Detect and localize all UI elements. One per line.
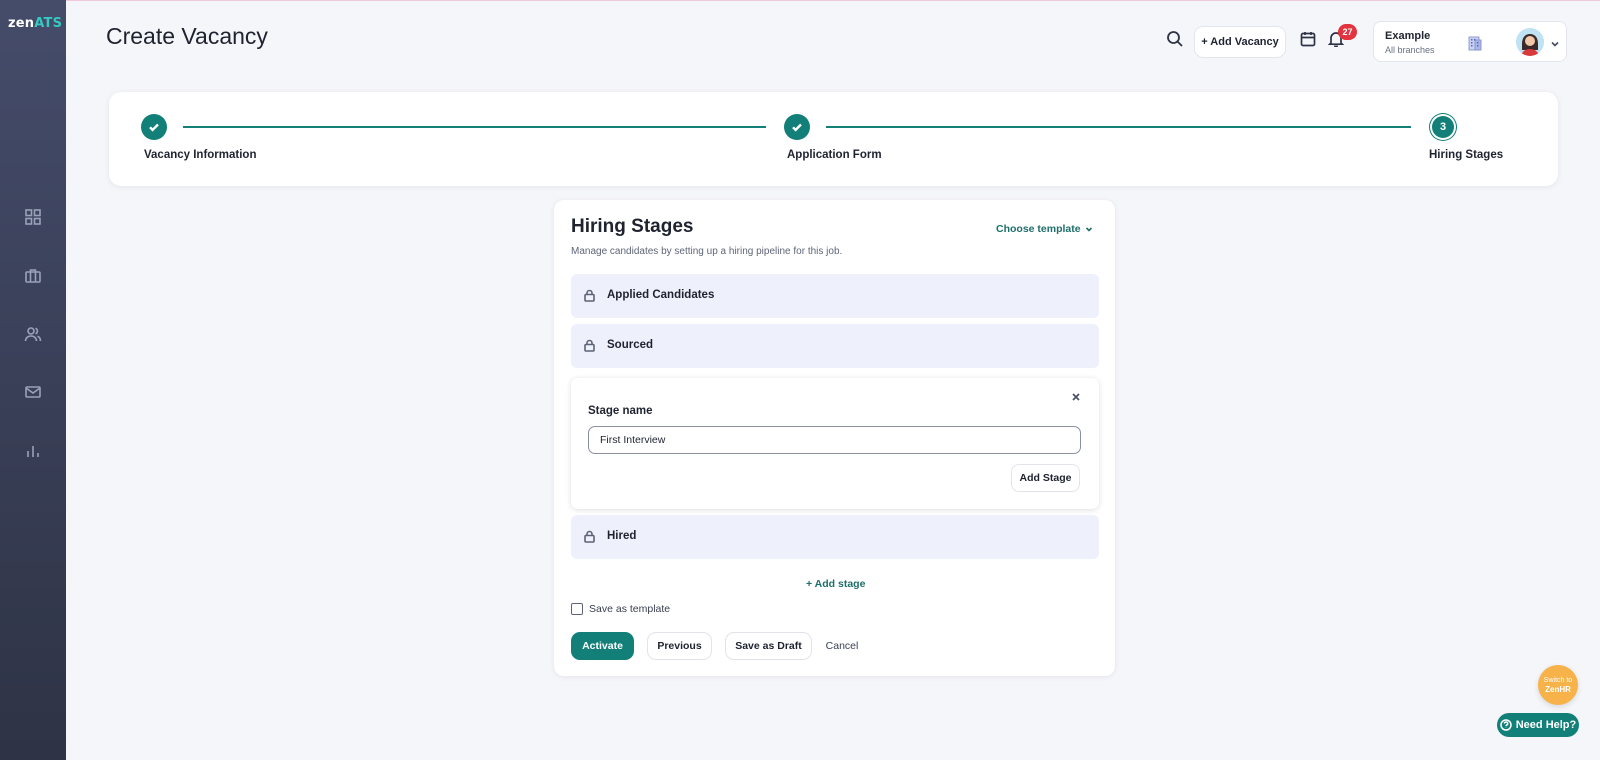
- stage-label: Hired: [607, 530, 637, 542]
- sidebar-item-dashboard[interactable]: [22, 206, 44, 228]
- step-label-vacancy-information[interactable]: Vacancy Information: [144, 149, 256, 161]
- chevron-down-icon: [1550, 36, 1560, 47]
- step-1-complete-indicator: [141, 114, 167, 140]
- step-2-complete-indicator: [784, 114, 810, 140]
- notifications-badge: 27: [1338, 24, 1357, 40]
- cancel-button[interactable]: Cancel: [820, 632, 864, 660]
- new-stage-editor: Stage name Add Stage: [571, 378, 1099, 509]
- step-label-hiring-stages[interactable]: Hiring Stages: [1429, 149, 1503, 161]
- save-as-template-toggle[interactable]: Save as template: [571, 603, 670, 615]
- stage-row-sourced[interactable]: Sourced: [571, 324, 1099, 368]
- mail-icon: [25, 386, 41, 398]
- add-stage-link[interactable]: + Add stage: [806, 578, 865, 590]
- sidebar-item-messages[interactable]: [22, 381, 44, 403]
- previous-button[interactable]: Previous: [647, 632, 712, 660]
- user-avatar[interactable]: [1516, 28, 1544, 56]
- step-connector: [826, 126, 1411, 128]
- close-editor-button[interactable]: [1071, 389, 1083, 401]
- close-icon: [1072, 393, 1080, 401]
- check-icon: [792, 123, 802, 132]
- users-icon: [24, 327, 42, 342]
- briefcase-icon: [25, 269, 41, 283]
- vacancy-stepper: Vacancy Information Application Form 3 H…: [109, 92, 1558, 186]
- choose-template-label: Choose template: [996, 223, 1081, 235]
- save-as-template-checkbox[interactable]: [571, 603, 583, 615]
- stage-row-applied-candidates[interactable]: Applied Candidates: [571, 274, 1099, 318]
- sidebar-item-reports[interactable]: [22, 440, 44, 462]
- stage-name-label: Stage name: [588, 405, 653, 417]
- switch-line-2: ZenHR: [1545, 684, 1571, 694]
- save-as-template-label: Save as template: [589, 603, 671, 615]
- sidebar-item-candidates[interactable]: [22, 323, 44, 345]
- hiring-stages-card: Hiring Stages Manage candidates by setti…: [554, 200, 1115, 676]
- save-as-draft-button[interactable]: Save as Draft: [725, 632, 812, 660]
- search-icon: [1167, 31, 1183, 47]
- need-help-label: Need Help?: [1515, 719, 1577, 731]
- app-logo[interactable]: zenATS: [8, 16, 62, 31]
- lock-icon: [583, 339, 597, 353]
- need-help-button[interactable]: Need Help?: [1497, 713, 1579, 737]
- stage-label: Applied Candidates: [607, 289, 715, 301]
- card-subtitle: Manage candidates by setting up a hiring…: [571, 246, 843, 257]
- stage-name-input[interactable]: [588, 426, 1081, 454]
- dashboard-icon: [25, 209, 41, 225]
- card-title: Hiring Stages: [571, 216, 694, 237]
- check-icon: [149, 123, 159, 132]
- switch-line-1: Switch to: [1543, 676, 1573, 684]
- lock-icon: [583, 530, 597, 544]
- branch-name: Example: [1385, 30, 1431, 42]
- add-stage-button[interactable]: Add Stage: [1011, 464, 1080, 492]
- choose-template-dropdown[interactable]: Choose template: [996, 223, 1093, 235]
- calendar-button[interactable]: [1300, 31, 1318, 49]
- top-accent-line: [0, 0, 1600, 1]
- lock-icon: [583, 289, 597, 303]
- activate-button[interactable]: Activate: [571, 632, 634, 660]
- branch-switcher[interactable]: Example All branches: [1373, 21, 1567, 62]
- calendar-icon: [1300, 32, 1316, 47]
- step-connector: [183, 126, 766, 128]
- help-icon: [1499, 719, 1512, 731]
- bar-chart-icon: [27, 446, 39, 457]
- page-title: Create Vacancy: [106, 23, 268, 49]
- header-search-button[interactable]: [1166, 30, 1186, 50]
- chevron-down-icon: [1085, 227, 1092, 232]
- building-icon: [1466, 34, 1484, 52]
- switch-to-zenhr-button[interactable]: Switch to ZenHR: [1538, 665, 1578, 705]
- add-vacancy-button[interactable]: + Add Vacancy: [1194, 26, 1286, 58]
- branch-scope: All branches: [1385, 45, 1435, 55]
- stage-row-hired[interactable]: Hired: [571, 515, 1099, 559]
- step-3-current-indicator: 3: [1430, 114, 1456, 140]
- sidebar-item-jobs[interactable]: [22, 265, 44, 287]
- stage-label: Sourced: [607, 339, 654, 351]
- sidebar: zenATS: [0, 0, 66, 760]
- step-label-application-form[interactable]: Application Form: [787, 149, 882, 161]
